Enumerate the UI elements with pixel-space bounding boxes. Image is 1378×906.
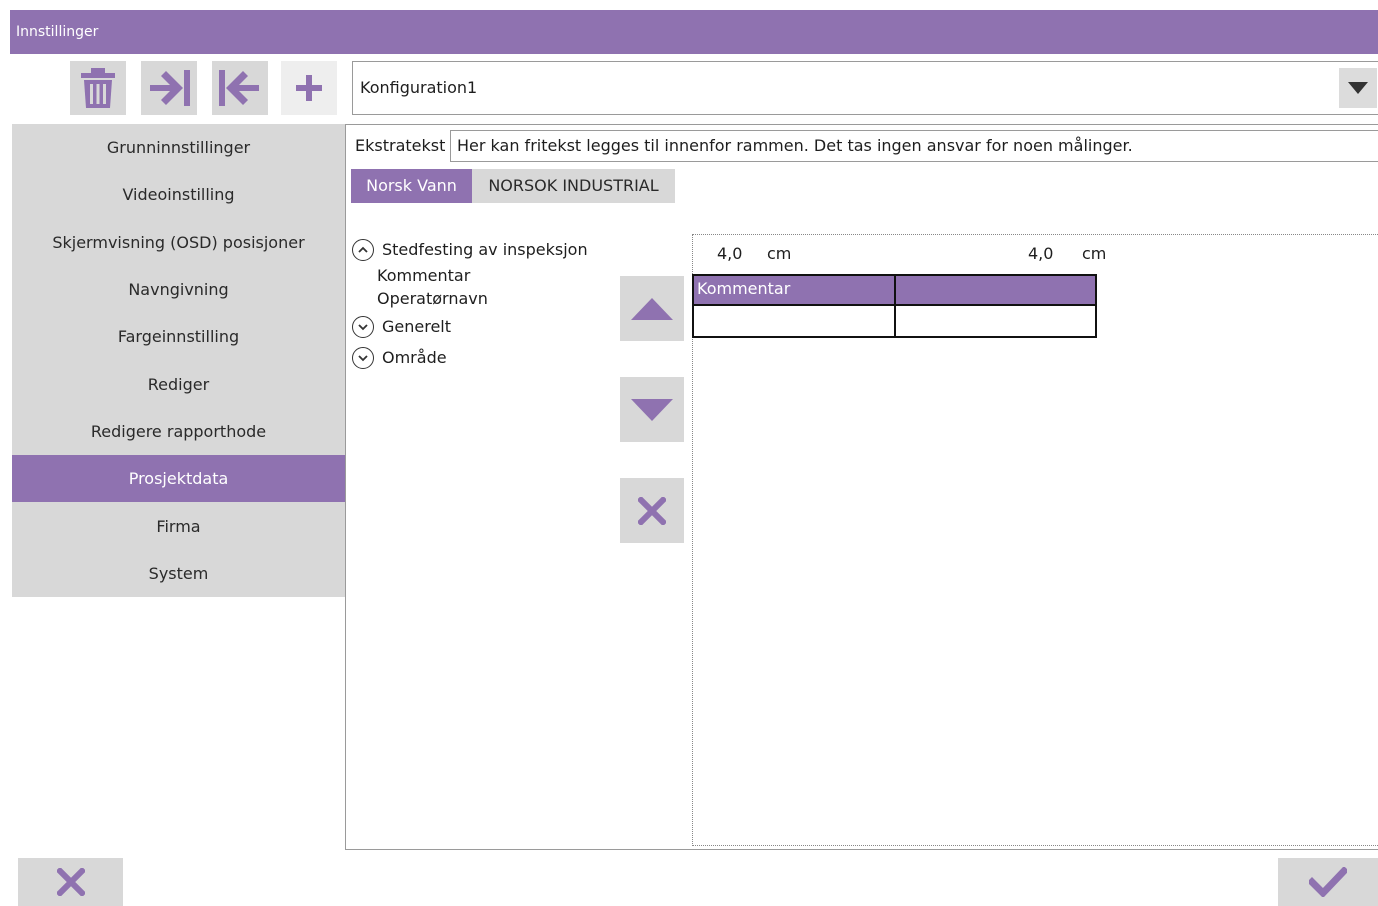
report-column-header[interactable]: Kommentar	[692, 274, 896, 306]
column-width-unit: cm	[767, 244, 792, 263]
tree-item-kommentar[interactable]: Kommentar	[377, 265, 470, 287]
tree-group-stedfesting[interactable]: Stedfesting av inspeksjon	[352, 239, 588, 261]
triangle-down-icon	[631, 398, 673, 421]
chevron-down-icon	[1348, 82, 1368, 94]
extra-text-input[interactable]: Her kan fritekst legges til innenfor ram…	[450, 130, 1378, 162]
import-config-button[interactable]	[141, 61, 197, 115]
plus-icon	[296, 75, 322, 101]
window-title: Innstillinger	[10, 10, 1378, 54]
chevron-down-icon[interactable]	[352, 316, 374, 338]
export-config-button[interactable]	[212, 61, 268, 115]
ok-button[interactable]	[1278, 858, 1378, 906]
sidebar-item-navngivning[interactable]: Navngivning	[12, 266, 345, 313]
tab-norsok-industrial[interactable]: NORSOK INDUSTRIAL	[472, 169, 675, 203]
close-icon	[638, 496, 666, 525]
arrow-right-bar-icon	[150, 70, 190, 106]
chevron-up-icon[interactable]	[352, 239, 374, 261]
sidebar-item-osd-posisjoner[interactable]: Skjermvisning (OSD) posisjoner	[12, 219, 345, 266]
remove-field-button[interactable]	[620, 478, 684, 543]
report-cell	[894, 304, 1097, 338]
tree-group-label: Område	[382, 348, 447, 367]
sidebar-item-grunninnstillinger[interactable]: Grunninnstillinger	[12, 124, 345, 171]
settings-sidebar: Grunninnstillinger Videoinstilling Skjer…	[12, 124, 345, 597]
column-width-unit: cm	[1082, 244, 1107, 263]
extra-text-label: Ekstratekst	[355, 136, 446, 155]
add-config-button[interactable]	[281, 61, 337, 115]
dropdown-button[interactable]	[1339, 68, 1377, 108]
trash-icon	[81, 68, 115, 108]
delete-config-button[interactable]	[70, 61, 126, 115]
close-icon	[56, 868, 85, 896]
checkmark-icon	[1309, 867, 1347, 897]
column-width-value[interactable]: 4,0	[1028, 244, 1053, 264]
tree-group-omrade[interactable]: Område	[352, 347, 447, 369]
sidebar-item-system[interactable]: System	[12, 550, 345, 597]
tree-group-label: Stedfesting av inspeksjon	[382, 240, 588, 259]
report-cell	[692, 304, 896, 338]
tree-group-label: Generelt	[382, 317, 452, 336]
sidebar-item-firma[interactable]: Firma	[12, 502, 345, 549]
arrow-left-bar-icon	[219, 70, 259, 106]
tree-group-generelt[interactable]: Generelt	[352, 316, 451, 338]
report-column-header[interactable]	[894, 274, 1097, 306]
chevron-down-icon[interactable]	[352, 347, 374, 369]
sidebar-item-prosjektdata[interactable]: Prosjektdata	[12, 455, 345, 503]
sidebar-item-rediger[interactable]: Rediger	[12, 360, 345, 407]
sidebar-item-rapporthode[interactable]: Redigere rapporthode	[12, 408, 345, 455]
config-select[interactable]: Konfiguration1	[352, 61, 1378, 115]
sidebar-item-videoinstilling[interactable]: Videoinstilling	[12, 171, 345, 218]
cancel-button[interactable]	[18, 858, 123, 906]
triangle-up-icon	[631, 297, 673, 320]
column-width-value[interactable]: 4,0	[717, 244, 742, 264]
tree-item-operatornavn[interactable]: Operatørnavn	[377, 288, 488, 310]
sidebar-item-fargeinnstilling[interactable]: Fargeinnstilling	[12, 313, 345, 360]
move-up-button[interactable]	[620, 276, 684, 341]
config-select-value: Konfiguration1	[360, 78, 478, 97]
move-down-button[interactable]	[620, 377, 684, 442]
tab-norsk-vann[interactable]: Norsk Vann	[351, 169, 472, 203]
